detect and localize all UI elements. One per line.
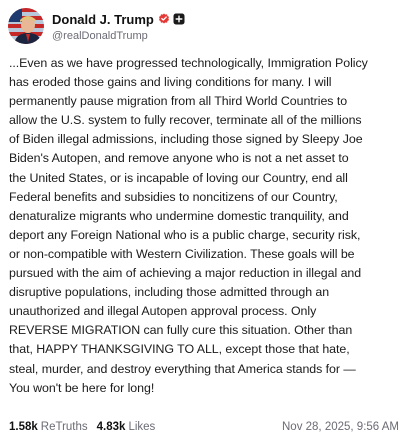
post-body-line: REVERSE MIGRATION can fully cure this si… xyxy=(9,323,353,338)
post-footer: 1.58k ReTruths 4.83k Likes Nov 28, 2025,… xyxy=(9,418,399,436)
likes-stat[interactable]: 4.83k Likes xyxy=(97,421,156,433)
follow-plus-icon[interactable] xyxy=(173,13,185,25)
post-body-line: ...Even as we have progressed technologi… xyxy=(9,56,368,70)
post-body-line: permanently pause migration from all Thi… xyxy=(9,94,348,109)
post-body-line: has eroded those gains and living condit… xyxy=(9,75,332,90)
post-body-line: steal, murder, and destroy everything th… xyxy=(9,361,356,376)
author-display-name[interactable]: Donald J. Trump xyxy=(52,12,154,27)
post-body-line: Federal benefits and subsidies to noncit… xyxy=(9,189,338,204)
post-body-line: of Biden illegal admissions, including t… xyxy=(9,132,363,147)
post-body-line: pursued with the aim of achieving a majo… xyxy=(9,266,362,281)
post-body-line: deport any Foreign National who is a pub… xyxy=(9,227,361,242)
post-body-line: unauthorized and illegal Autopen approva… xyxy=(9,304,317,319)
post-body-line: the United States, or is incapable of lo… xyxy=(9,170,348,185)
name-row: Donald J. Trump xyxy=(52,11,185,28)
retruths-label: ReTruths xyxy=(40,421,88,433)
truth-post: Donald J. Trump @realDonaldTrump ...Even… xyxy=(0,0,415,445)
post-body-line: denaturalize migrants who undermine dome… xyxy=(9,208,349,223)
post-body-line: disruptive populations, including those … xyxy=(9,285,330,300)
post-body-line: Biden's Autopen, and remove anyone who i… xyxy=(9,151,349,166)
avatar[interactable] xyxy=(8,8,44,44)
author-names: Donald J. Trump @realDonaldTrump xyxy=(52,11,185,42)
post-header: Donald J. Trump @realDonaldTrump xyxy=(8,6,185,46)
post-body-line: that, HAPPY THANKSGIVING TO ALL, except … xyxy=(9,342,350,357)
retruths-count: 1.58k xyxy=(9,421,38,433)
likes-count: 4.83k xyxy=(96,421,126,433)
post-body-line: allow the U.S. system to fully recover, … xyxy=(9,113,362,128)
post-body-line: You won't be here for long! xyxy=(9,380,155,395)
likes-label: Likes xyxy=(128,421,156,433)
post-body-line: or non-compatible with Western Civilizat… xyxy=(9,246,355,261)
verified-badge-icon xyxy=(158,13,170,25)
post-body: ...Even as we have progressed technologi… xyxy=(9,54,409,398)
post-timestamp[interactable]: Nov 28, 2025, 9:56 AM xyxy=(282,421,399,433)
author-handle[interactable]: @realDonaldTrump xyxy=(52,30,185,42)
retruths-stat[interactable]: 1.58k ReTruths xyxy=(9,421,88,433)
